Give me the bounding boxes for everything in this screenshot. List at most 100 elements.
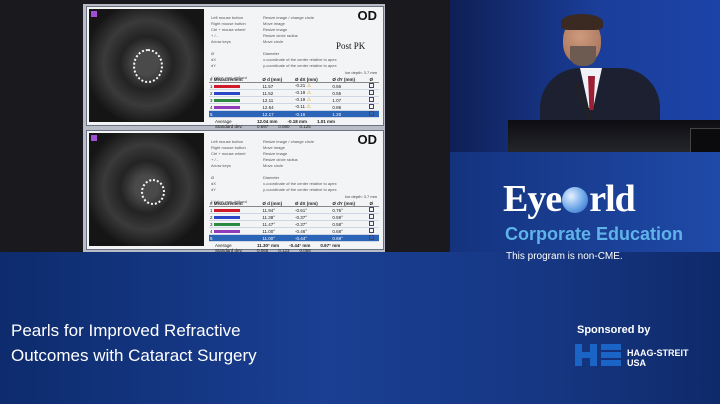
average-dy: 1.01 mm [317,119,336,124]
eye-image [89,133,204,246]
cell-dy: 0.58° [331,220,369,228]
legend-value: y-coordinate of the center relative to a… [263,187,337,192]
series-swatch [213,236,240,240]
cell-dy: 0.86 [331,103,369,111]
checkbox-icon[interactable] [369,221,375,226]
series-swatch [213,229,240,233]
cell-d: 11.00° [261,234,295,242]
measurement-table: # Measurement Ø d (mm) Ø dX (mm) Ø dY (m… [209,200,379,242]
table-row[interactable]: 2 11.52 -0.19 ⚠ 0.55 [209,89,379,97]
row-checkbox[interactable] [368,213,379,221]
cell-dy: 0.68° [331,227,369,235]
checkbox-icon[interactable] [369,228,375,233]
row-checkbox[interactable] [368,103,379,111]
warning-icon: ⚠ [305,90,312,96]
table-row[interactable]: 3 11.47° -0.37° 0.58° [209,220,379,228]
sponsored-by-label: Sponsored by [577,324,651,336]
row-index: 1 [209,82,262,90]
row-checkbox[interactable] [368,82,379,90]
row-index: 3 [209,96,262,104]
eye-image-badge [91,11,97,17]
cell-dx: -0.19 ⚠ [294,96,332,104]
cell-dx: -0.16 [294,110,332,118]
cell-d: 11.52 [261,89,295,97]
row-index: 1 [209,206,262,214]
warning-icon: ⚠ [304,104,311,110]
row-checkbox[interactable] [368,89,379,97]
row-index: 3 [209,220,262,228]
row-index: 4 [209,103,262,111]
warning-icon: ⚠ [305,83,312,89]
row-checkbox[interactable] [368,227,379,235]
series-swatch [213,215,240,219]
table-row[interactable]: 5 12.17 -0.16 1.20 [209,110,379,118]
table-row[interactable]: 4 12.64 -0.11 ⚠ 0.86 [209,103,379,111]
series-swatch [213,98,240,102]
row-checkbox[interactable] [368,220,379,228]
series-swatch [213,112,240,116]
course-title-line: Outcomes with Cataract Surgery [11,346,257,365]
row-index: 5 [209,110,262,118]
checkbox-icon[interactable] [369,83,375,88]
row-index: 2 [209,213,262,221]
row-index: 5 [209,234,262,242]
eyeworld-logo: Eye rld [503,178,636,220]
sponsor-name-line: HAAG-STREIT [627,348,689,358]
course-title-line: Pearls for Improved Refractive [11,321,241,340]
table-row[interactable]: 3 12.11 -0.19 ⚠ 1.07 [209,96,379,104]
cell-dx: -0.19 ⚠ [294,89,332,97]
cell-d: 11.00° [261,227,295,235]
sponsor-name-line: USA [627,358,647,368]
warning-icon: ⚠ [305,97,312,103]
cell-dy: 0.56 [331,82,369,90]
cell-dx: -0.44° [294,234,332,242]
cell-dy: 0.55 [331,89,369,97]
cell-dy: 0.76° [331,206,369,214]
series-swatch [213,208,240,212]
cell-dx: -0.21 ⚠ [294,82,332,90]
cell-d: 11.47° [261,220,295,228]
table-row[interactable]: 2 11.38° -0.37° 0.59° [209,213,379,221]
cell-dy: 0.69° [331,234,369,242]
row-checkbox[interactable] [368,96,379,104]
stddev-dy: 0.125 [299,124,311,129]
checkbox-icon[interactable] [369,104,375,109]
cell-dy: 1.07 [331,96,369,104]
table-row[interactable]: 4 11.00° -0.46° 0.68° [209,227,379,235]
cell-d: 12.17 [261,110,295,118]
row-checkbox[interactable] [368,234,379,242]
measurement-panel-top: OD Left mouse button Right mouse button … [86,6,384,129]
row-index: 2 [209,89,262,97]
handwritten-note: Post PK [336,41,366,51]
video-frame: OD Left mouse button Right mouse button … [0,0,720,404]
cell-dx: -0.11 ⚠ [294,103,332,111]
checkbox-icon[interactable] [369,235,375,240]
checkbox-icon[interactable] [369,111,375,116]
cell-dy: 1.20 [331,110,369,118]
sponsor-name: HAAG-STREIT USA [627,348,689,368]
table-row[interactable]: 5 11.00° -0.44° 0.69° [209,234,379,242]
ice-depth: Ice depth: 3.7 mm [344,194,377,199]
measurement-circle [133,49,163,83]
summary-top: Average 12.04 mm -0.18 mm 1.01 mm Standa… [215,119,375,129]
checkbox-icon[interactable] [369,97,375,102]
cell-dx: -0.61° [294,206,332,214]
cell-dx: -0.37° [294,213,332,221]
cell-d: 11.94° [261,206,295,214]
checkbox-icon[interactable] [369,214,375,219]
table-row[interactable]: 1 11.94° -0.61° 0.76° [209,206,379,214]
globe-icon [562,187,589,213]
speaker-beard [570,46,596,66]
checkbox-icon[interactable] [369,90,375,95]
row-checkbox[interactable] [368,206,379,214]
measurement-panel-bottom: OD Left mouse button Right mouse button … [86,130,384,253]
presentation-slide: OD Left mouse button Right mouse button … [83,4,385,254]
help-values: Resize image / change circle Move image … [263,139,363,193]
row-checkbox[interactable] [368,110,379,118]
stddev-dx: 0.080 [278,124,290,129]
checkbox-icon[interactable] [369,207,375,212]
table-row[interactable]: 1 11.57 -0.21 ⚠ 0.56 [209,82,379,90]
podium [508,120,720,154]
ice-depth: Ice depth: 3.7 mm [344,70,377,75]
laptop-icon [690,128,720,154]
